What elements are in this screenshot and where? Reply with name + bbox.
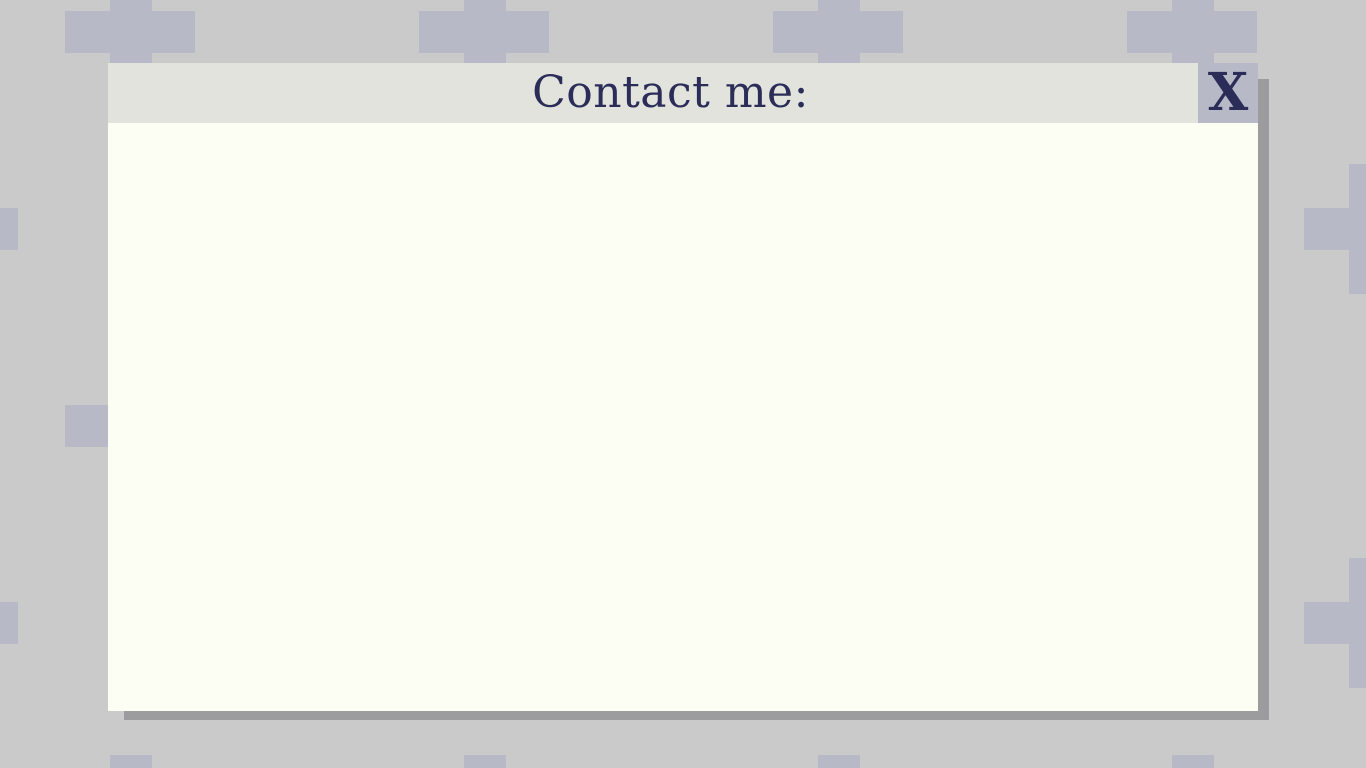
dialog-title: Contact me: [532, 67, 809, 118]
close-icon: X [1207, 62, 1249, 123]
close-button[interactable]: X [1198, 63, 1258, 123]
dialog-content [108, 123, 1258, 711]
contact-dialog: Contact me: X [108, 63, 1258, 711]
